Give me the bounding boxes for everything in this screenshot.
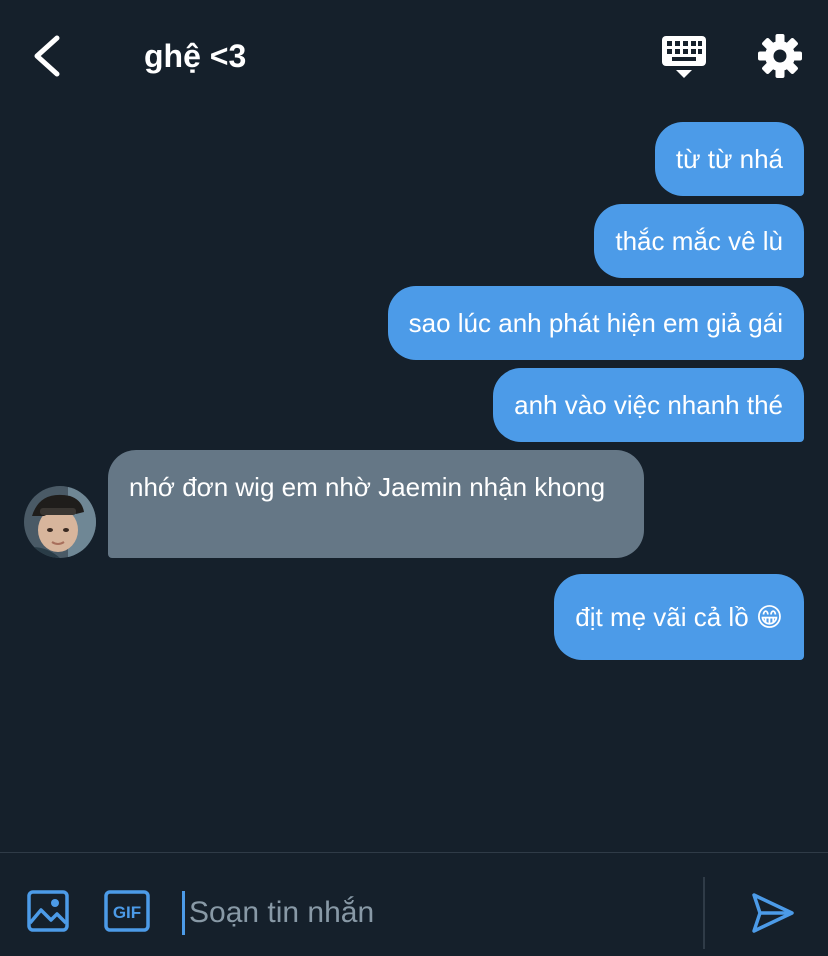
add-image-button[interactable] <box>26 889 70 933</box>
avatar[interactable] <box>24 486 96 558</box>
message-list: từ từ nhá thắc mắc vê lù sao lúc anh phá… <box>0 112 828 852</box>
back-button[interactable] <box>24 32 68 80</box>
gif-icon: GIF <box>104 890 150 932</box>
settings-button[interactable] <box>756 32 804 80</box>
outgoing-message[interactable]: địt mẹ vãi cả lồ 😁 <box>554 574 804 660</box>
outgoing-message[interactable]: sao lúc anh phát hiện em giả gái <box>387 286 804 360</box>
message-input[interactable] <box>182 891 682 935</box>
incoming-message[interactable]: nhớ đơn wig em nhờ Jaemin nhận khong <box>108 450 644 558</box>
outgoing-message[interactable]: thắc mắc vê lù <box>594 204 804 278</box>
svg-text:GIF: GIF <box>113 903 141 922</box>
conversation-title: ghệ <3 <box>144 38 247 74</box>
send-button[interactable] <box>748 889 796 937</box>
outgoing-message[interactable]: từ từ nhá <box>654 122 804 196</box>
message-composer: GIF <box>0 852 828 956</box>
chevron-left-icon <box>34 35 60 77</box>
composer-divider <box>703 877 705 949</box>
outgoing-message[interactable]: anh vào việc nhanh thé <box>493 368 804 442</box>
conversation-header: ghệ <3 <box>0 0 828 112</box>
add-gif-button[interactable]: GIF <box>104 890 150 932</box>
send-icon <box>752 893 794 933</box>
avatar-photo <box>24 486 96 558</box>
keyboard-icon <box>662 36 706 78</box>
keyboard-button[interactable] <box>660 34 708 80</box>
image-icon <box>27 890 69 932</box>
gear-icon <box>758 34 802 78</box>
